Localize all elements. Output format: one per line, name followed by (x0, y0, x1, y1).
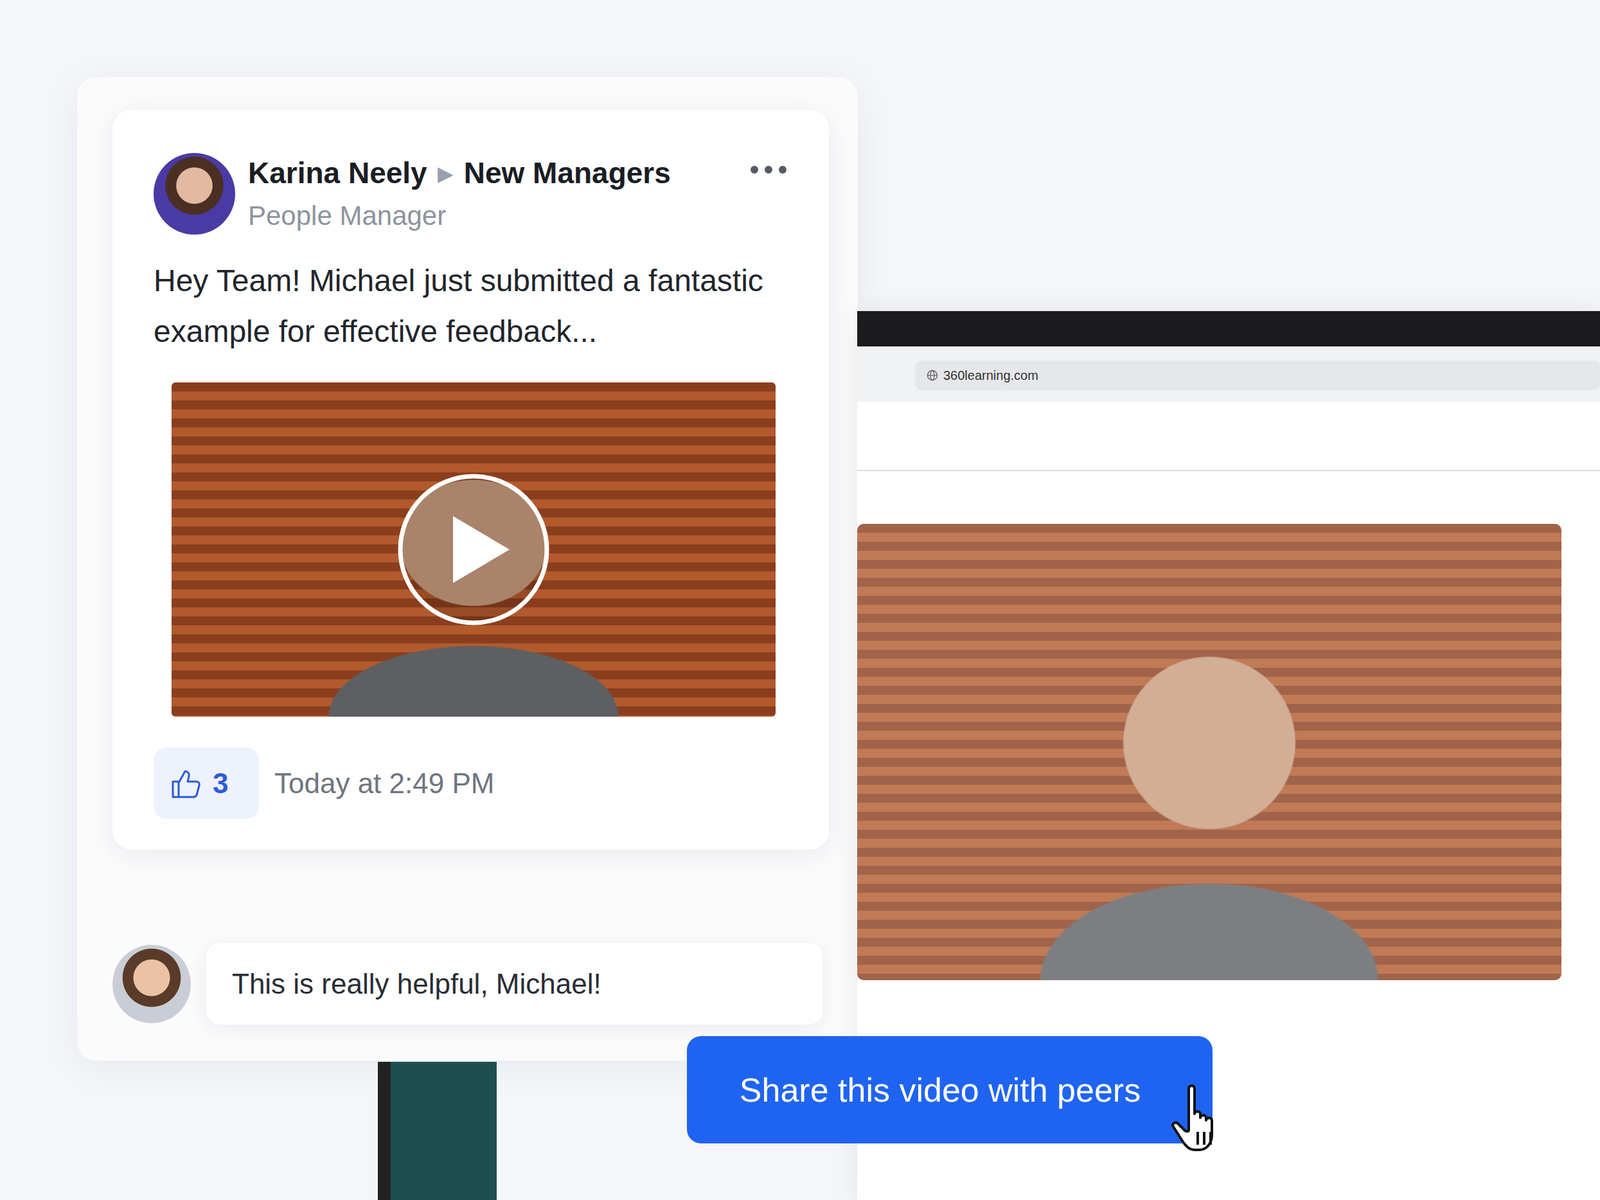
like-button[interactable]: 3 (153, 747, 259, 819)
arrow-icon: ▶ (437, 158, 454, 189)
post-text: Hey Team! Michael just submitted a fanta… (153, 255, 788, 357)
address-bar: 360learning.com (857, 346, 1600, 402)
commenter-avatar[interactable] (112, 944, 191, 1023)
comment-row: This is really helpful, Michael! (112, 942, 823, 1025)
url-field[interactable]: 360learning.com (915, 360, 1600, 391)
post-footer: 3 Today at 2:49 PM (153, 747, 788, 819)
like-count: 3 (212, 762, 229, 805)
author-avatar[interactable] (153, 152, 236, 235)
post-time: Today at 2:49 PM (274, 762, 495, 805)
share-button[interactable]: Share this video with peers (686, 1035, 1213, 1144)
globe-icon (926, 369, 939, 382)
more-icon (749, 164, 788, 175)
author-line: Karina Neely ▶ New Managers (248, 151, 739, 196)
thumbs-up-icon (170, 767, 202, 800)
share-label: Share this video with peers (739, 1064, 1141, 1115)
comment-bubble: This is really helpful, Michael! (206, 942, 823, 1025)
author-block: Karina Neely ▶ New ManagersPeople Manager (248, 151, 739, 236)
comment-text: This is really helpful, Michael! (231, 962, 602, 1005)
browser-toolbar (857, 401, 1600, 472)
group-name[interactable]: New Managers (463, 151, 671, 196)
decor-strip (377, 1061, 497, 1200)
post-card: Karina Neely ▶ New ManagersPeople Manager H… (112, 109, 829, 850)
author-name[interactable]: Karina Neely (248, 151, 428, 196)
author-role: People Manager (248, 195, 739, 236)
video-thumbnail[interactable] (171, 382, 776, 717)
post-header: Karina Neely ▶ New ManagersPeople Manager (153, 151, 788, 236)
hand-cursor-icon (1169, 1082, 1231, 1154)
video-frame (857, 523, 1562, 980)
play-icon (396, 472, 551, 627)
browser-title-bar (857, 311, 1600, 347)
url-text: 360learning.com (943, 365, 1039, 385)
more-menu[interactable] (749, 161, 788, 177)
